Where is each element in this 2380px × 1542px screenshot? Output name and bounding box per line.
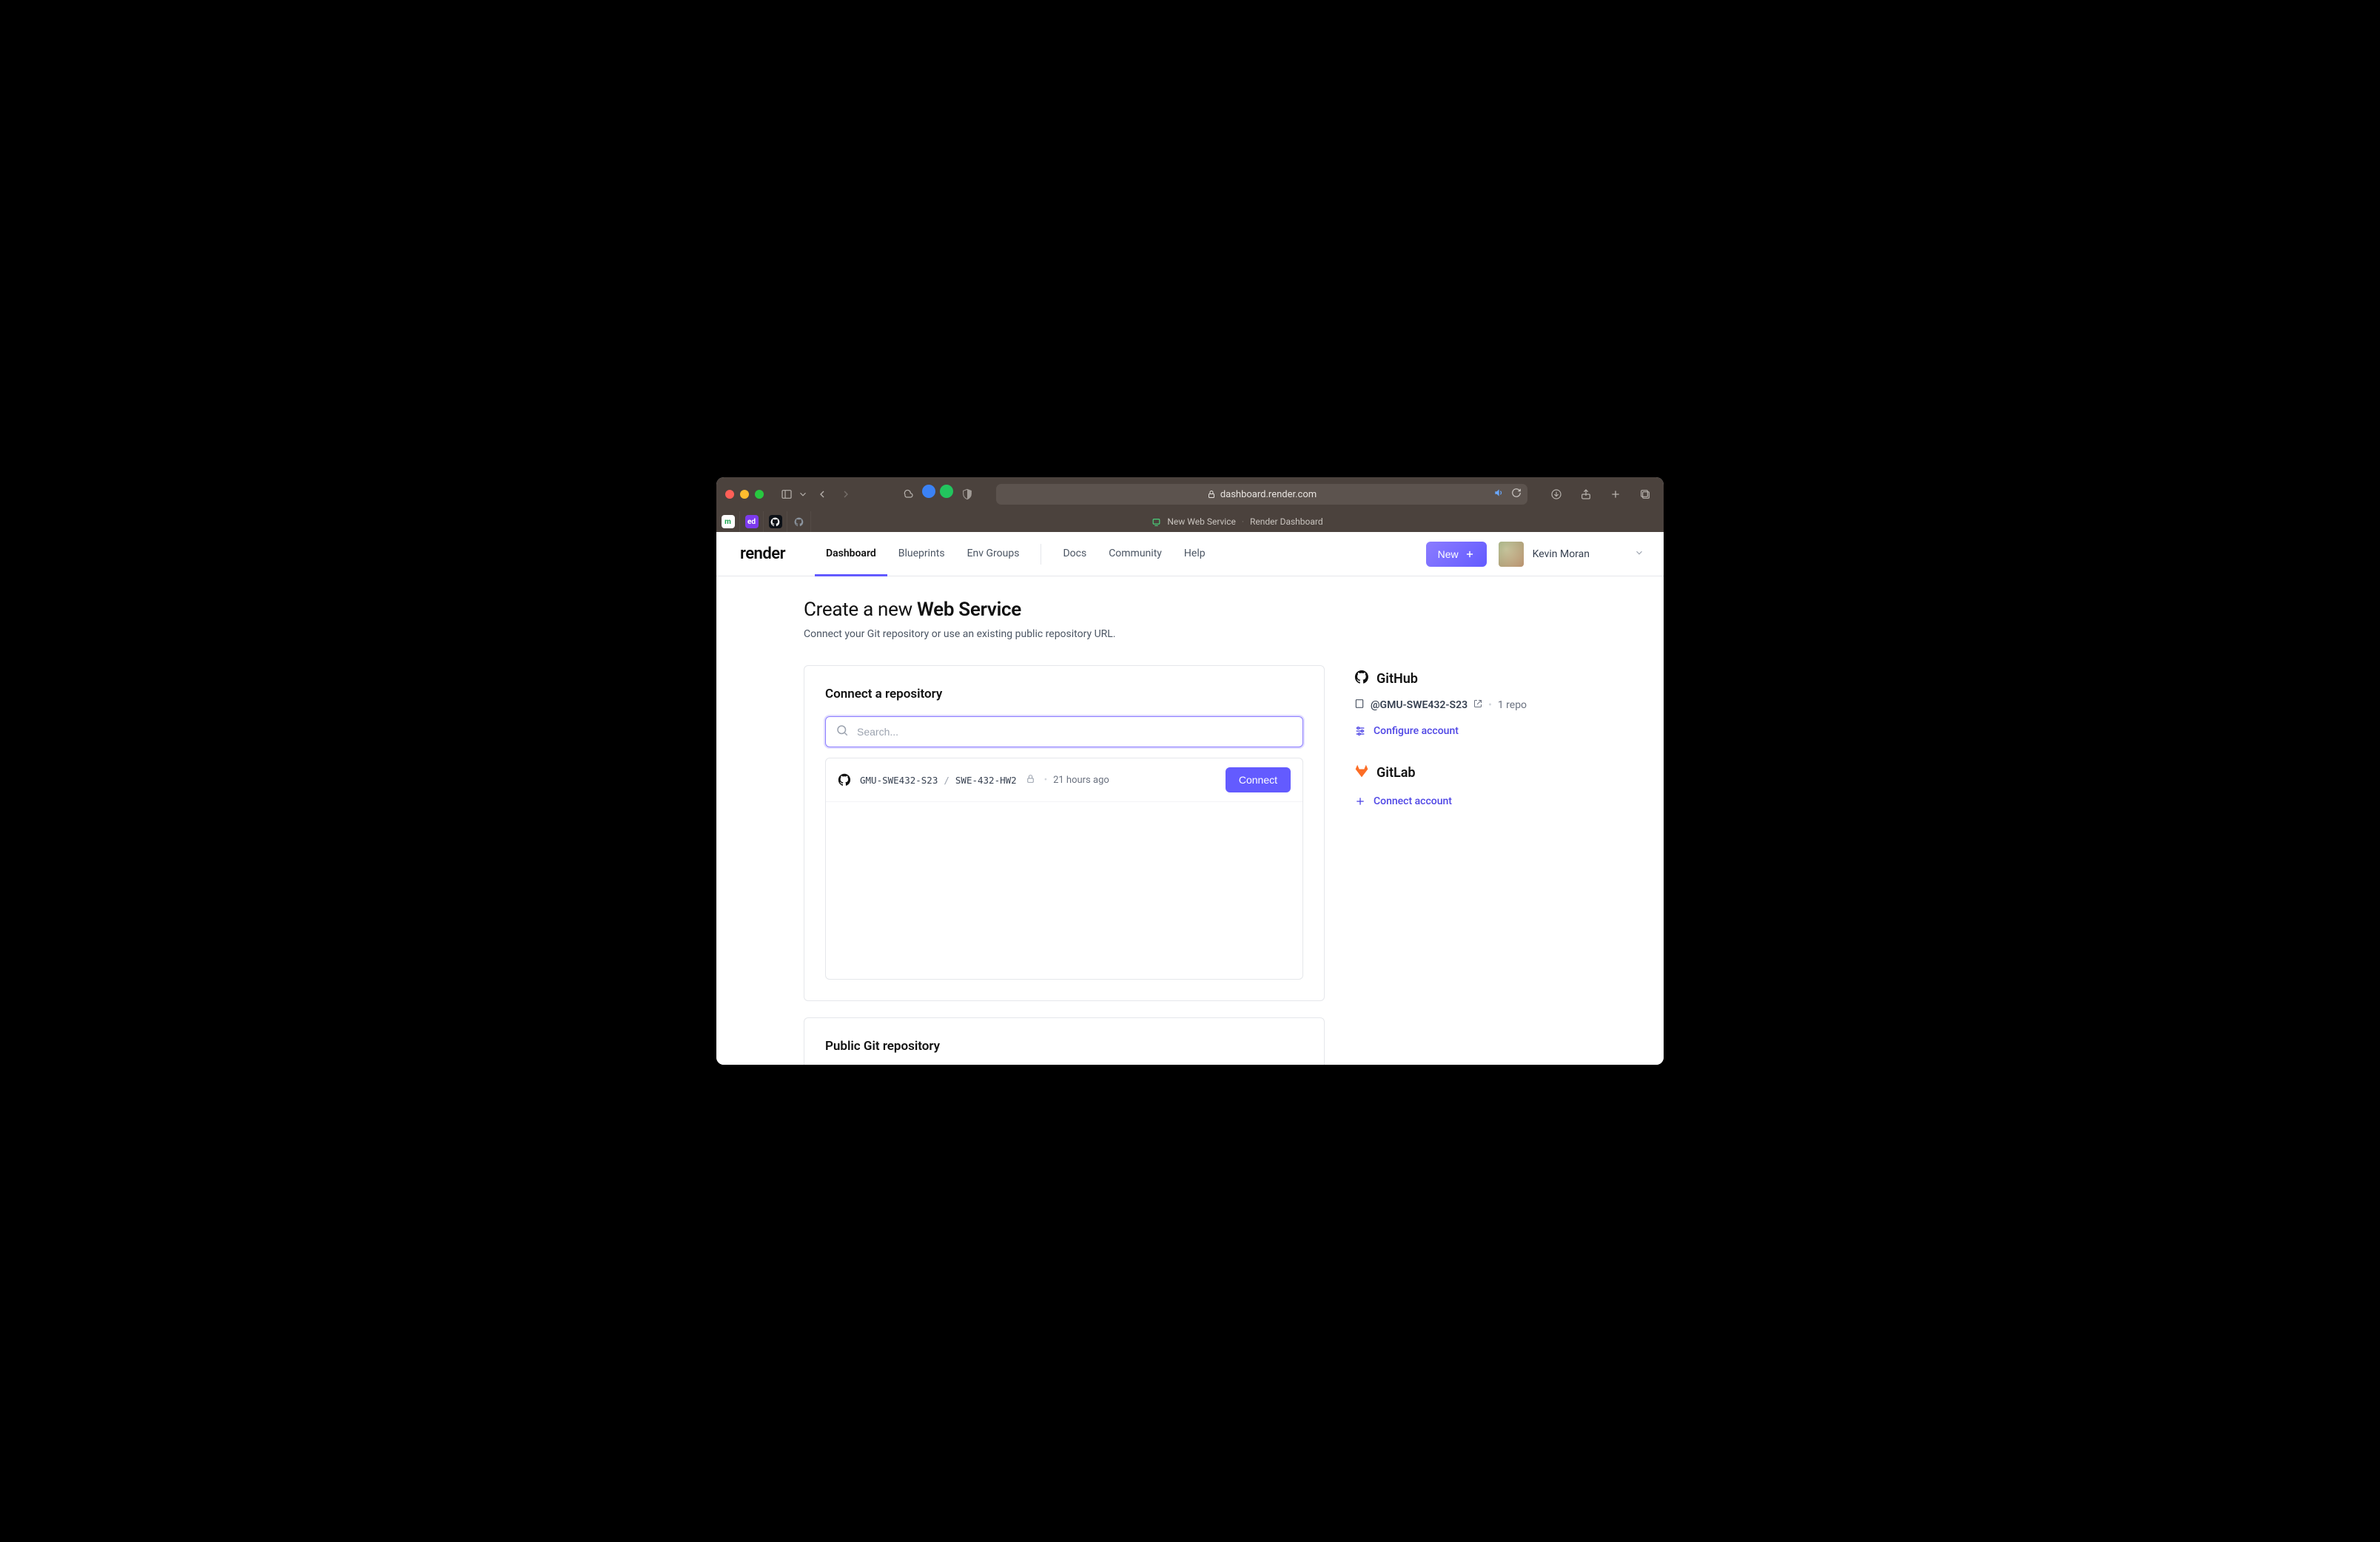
downloads-icon[interactable] bbox=[1547, 485, 1566, 504]
tab-title-text-right: Render Dashboard bbox=[1250, 516, 1323, 527]
search-icon bbox=[836, 724, 849, 740]
configure-github-label: Configure account bbox=[1374, 725, 1459, 737]
sidebar-toggle-icon[interactable] bbox=[777, 485, 796, 504]
public-repo-card: Public Git repository Use a public repos… bbox=[804, 1017, 1325, 1065]
repo-updated: 21 hours ago bbox=[1053, 775, 1109, 786]
fullscreen-window-button[interactable] bbox=[755, 490, 764, 499]
sidebar: GitHub @GMU-SWE432-S23 • 1 repo Configur… bbox=[1354, 665, 1576, 807]
browser-tabstrip: m ed New Web Service · Render Dashboard bbox=[716, 511, 1664, 532]
repo-list: GMU-SWE432-S23 / SWE-432-HW2 • bbox=[825, 758, 1303, 980]
external-link-icon[interactable] bbox=[1473, 699, 1482, 711]
favorite-4[interactable] bbox=[787, 511, 811, 532]
cloud-extension-icon[interactable] bbox=[898, 485, 918, 504]
repo-owner: GMU-SWE432-S23 bbox=[860, 775, 938, 786]
repo-name[interactable]: GMU-SWE432-S23 / SWE-432-HW2 bbox=[860, 775, 1017, 786]
favorite-3[interactable] bbox=[764, 511, 787, 532]
render-logo[interactable]: render bbox=[740, 545, 785, 563]
lock-icon bbox=[1207, 490, 1216, 499]
github-account-line: @GMU-SWE432-S23 • 1 repo bbox=[1354, 698, 1576, 712]
user-name: Kevin Moran bbox=[1533, 548, 1590, 560]
audio-icon[interactable] bbox=[1493, 488, 1504, 501]
app-viewport: render Dashboard Blueprints Env Groups D… bbox=[716, 532, 1664, 1065]
browser-window: dashboard.render.com m ed New Web Servic… bbox=[716, 477, 1664, 1065]
new-button[interactable]: New bbox=[1426, 542, 1487, 567]
nav-docs[interactable]: Docs bbox=[1052, 532, 1097, 576]
back-button[interactable] bbox=[813, 485, 832, 504]
private-lock-icon bbox=[1026, 774, 1035, 787]
repo-repo: SWE-432-HW2 bbox=[955, 775, 1017, 786]
plus-icon bbox=[1354, 795, 1366, 807]
connect-gitlab-label: Connect account bbox=[1374, 795, 1452, 807]
slash: / bbox=[944, 775, 949, 786]
forward-button[interactable] bbox=[836, 485, 855, 504]
tab-title-text-left: New Web Service bbox=[1167, 516, 1236, 527]
github-title: GitHub bbox=[1376, 671, 1418, 687]
connect-repo-heading: Connect a repository bbox=[825, 687, 1303, 701]
gitlab-icon bbox=[1354, 764, 1369, 782]
public-repo-heading: Public Git repository bbox=[825, 1039, 1303, 1054]
plus-icon bbox=[1465, 549, 1475, 559]
nav-blueprints[interactable]: Blueprints bbox=[887, 532, 956, 576]
page-title-prefix: Create a new bbox=[804, 599, 917, 621]
address-text: dashboard.render.com bbox=[1220, 489, 1317, 500]
favorite-2[interactable]: ed bbox=[740, 511, 764, 532]
extension-green-icon[interactable] bbox=[940, 485, 953, 498]
app-header: render Dashboard Blueprints Env Groups D… bbox=[716, 532, 1664, 576]
gitlab-heading: GitLab bbox=[1354, 764, 1576, 782]
github-icon bbox=[838, 773, 851, 787]
configure-github-link[interactable]: Configure account bbox=[1354, 725, 1576, 737]
chevron-down-icon[interactable] bbox=[798, 485, 808, 504]
close-window-button[interactable] bbox=[725, 490, 734, 499]
org-icon bbox=[1354, 698, 1365, 712]
reload-icon[interactable] bbox=[1511, 488, 1522, 501]
nav-community[interactable]: Community bbox=[1097, 532, 1173, 576]
github-icon bbox=[1354, 670, 1369, 688]
minimize-window-button[interactable] bbox=[740, 490, 749, 499]
sliders-icon bbox=[1354, 725, 1366, 737]
browser-toolbar: dashboard.render.com bbox=[716, 477, 1664, 511]
repo-search-input[interactable] bbox=[825, 716, 1303, 747]
page-title-strong: Web Service bbox=[917, 599, 1021, 621]
new-tab-icon[interactable] bbox=[1606, 485, 1625, 504]
avatar[interactable] bbox=[1499, 542, 1524, 567]
repo-meta: • 21 hours ago bbox=[1044, 775, 1109, 786]
connect-repo-card: Connect a repository bbox=[804, 665, 1325, 1001]
user-menu[interactable]: Kevin Moran bbox=[1533, 548, 1644, 561]
github-heading: GitHub bbox=[1354, 670, 1576, 688]
page-title: Create a new Web Service bbox=[804, 599, 1576, 621]
nav-help[interactable]: Help bbox=[1173, 532, 1217, 576]
tabs-overview-icon[interactable] bbox=[1636, 485, 1655, 504]
main-nav: Dashboard Blueprints Env Groups Docs Com… bbox=[815, 532, 1217, 576]
nav-env-groups[interactable]: Env Groups bbox=[956, 532, 1031, 576]
nav-dashboard[interactable]: Dashboard bbox=[815, 532, 887, 576]
chevron-down-icon bbox=[1634, 548, 1644, 561]
page-subtitle: Connect your Git repository or use an ex… bbox=[804, 628, 1576, 640]
favorite-1[interactable]: m bbox=[716, 511, 740, 532]
extension-blue-icon[interactable] bbox=[922, 485, 935, 498]
tab-title-sep: · bbox=[1242, 516, 1244, 527]
shield-icon[interactable] bbox=[958, 485, 977, 504]
gitlab-title: GitLab bbox=[1376, 765, 1416, 781]
github-account-link[interactable]: @GMU-SWE432-S23 bbox=[1371, 699, 1468, 711]
render-favicon-icon bbox=[1152, 517, 1161, 527]
page-body: Create a new Web Service Connect your Gi… bbox=[716, 576, 1664, 1065]
share-icon[interactable] bbox=[1576, 485, 1596, 504]
window-controls bbox=[725, 490, 764, 499]
repo-row: GMU-SWE432-S23 / SWE-432-HW2 • bbox=[826, 758, 1302, 802]
github-repo-count: 1 repo bbox=[1498, 699, 1527, 711]
address-bar[interactable]: dashboard.render.com bbox=[996, 484, 1527, 505]
new-button-label: New bbox=[1438, 548, 1459, 560]
extensions-row bbox=[898, 485, 977, 504]
connect-repo-button[interactable]: Connect bbox=[1226, 767, 1291, 792]
connect-gitlab-link[interactable]: Connect account bbox=[1354, 795, 1576, 807]
tab-title[interactable]: New Web Service · Render Dashboard bbox=[811, 511, 1664, 532]
